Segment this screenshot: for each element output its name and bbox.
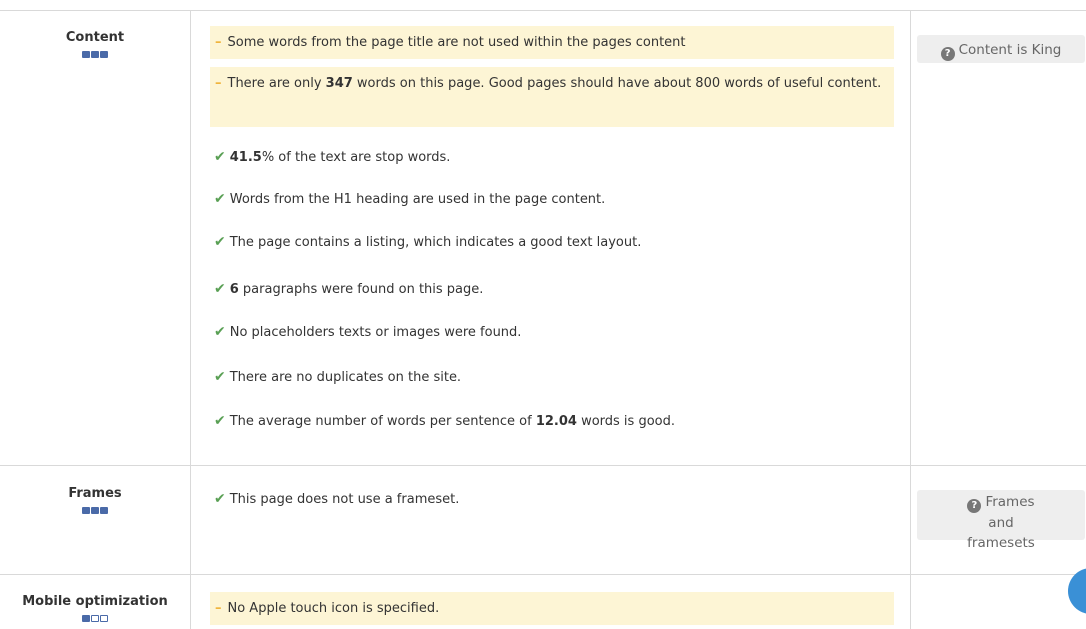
rating-indicator (82, 51, 108, 58)
dash-icon: – (215, 35, 222, 50)
section-frames-label: Frames (0, 486, 190, 518)
check-item: ✔ No placeholders texts or images were fo… (214, 324, 522, 340)
rating-indicator (82, 615, 108, 622)
section-mobile-label: Mobile optimization (0, 594, 190, 626)
section-title: Mobile optimization (22, 594, 168, 609)
checkmark-icon: ✔ (214, 324, 226, 340)
check-item: ✔ The average number of words per sentenc… (214, 413, 675, 429)
question-circle-icon: ? (967, 499, 982, 513)
checkmark-icon: ✔ (214, 413, 226, 429)
checkmark-icon: ✔ (214, 281, 226, 297)
checkmark-icon: ✔ (214, 369, 226, 385)
section-divider (0, 465, 1086, 466)
check-item: ✔ This page does not use a frameset. (214, 491, 460, 507)
check-item: ✔ The page contains a listing, which indi… (214, 234, 642, 250)
check-item: ✔ There are no duplicates on the site. (214, 369, 462, 385)
dash-icon: – (215, 601, 222, 616)
check-item: ✔ 41.5% of the text are stop words. (214, 149, 451, 165)
top-divider (0, 10, 1086, 11)
help-content-is-king-button[interactable]: ? Content is King (917, 35, 1085, 63)
check-item: ✔ Words from the H1 heading are used in t… (214, 191, 606, 207)
section-content-label: Content (0, 30, 190, 62)
warning-item: – There are only 347 words on this page. … (210, 67, 894, 127)
section-title: Frames (68, 486, 122, 501)
warning-item: – No Apple touch icon is specified. (210, 592, 894, 625)
section-title: Content (65, 30, 125, 45)
question-circle-icon: ? (940, 47, 955, 61)
column-divider (190, 10, 191, 629)
column-divider (910, 10, 911, 629)
checkmark-icon: ✔ (214, 149, 226, 165)
help-frames-button[interactable]: ? Frames and framesets (917, 490, 1085, 551)
rating-indicator (82, 507, 108, 514)
section-divider (0, 574, 1086, 575)
check-item: ✔ 6 paragraphs were found on this page. (214, 281, 484, 297)
checkmark-icon: ✔ (214, 491, 226, 507)
checkmark-icon: ✔ (214, 191, 226, 207)
warning-item: – Some words from the page title are not … (210, 26, 894, 59)
checkmark-icon: ✔ (214, 234, 226, 250)
dash-icon: – (215, 76, 222, 91)
